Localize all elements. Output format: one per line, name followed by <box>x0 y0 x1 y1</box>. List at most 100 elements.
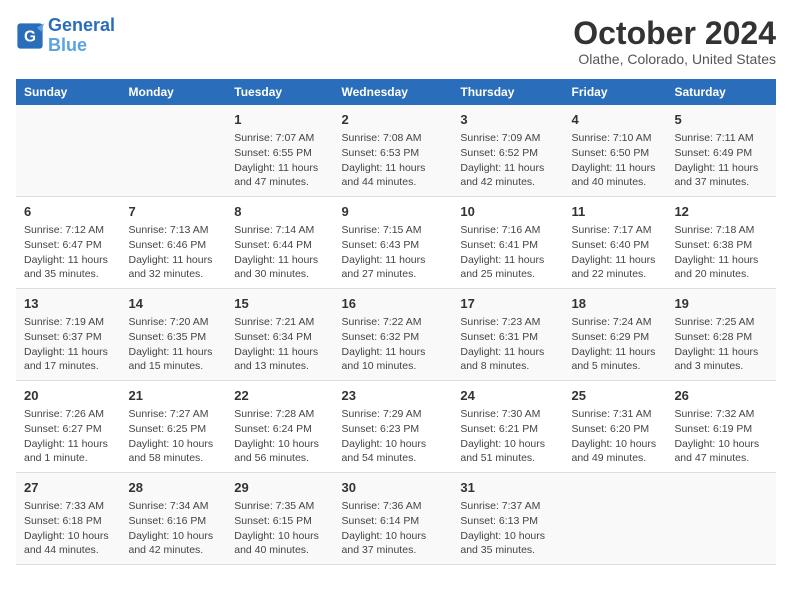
cell-content: Sunrise: 7:30 AM Sunset: 6:21 PM Dayligh… <box>460 407 555 466</box>
calendar-cell: 2 Sunrise: 7:08 AM Sunset: 6:53 PM Daylig… <box>334 105 453 196</box>
calendar-cell: 20 Sunrise: 7:26 AM Sunset: 6:27 PM Dayli… <box>16 381 121 473</box>
cell-content: Sunrise: 7:16 AM Sunset: 6:41 PM Dayligh… <box>460 223 555 282</box>
calendar-week-row: 13Sunrise: 7:19 AM Sunset: 6:37 PM Dayli… <box>16 289 776 381</box>
day-number: 6 <box>24 203 113 221</box>
calendar-cell: 26Sunrise: 7:32 AM Sunset: 6:19 PM Dayli… <box>666 381 776 473</box>
day-number: 5 <box>674 111 768 129</box>
day-number: 1 <box>234 111 325 129</box>
calendar-cell: 18Sunrise: 7:24 AM Sunset: 6:29 PM Dayli… <box>563 289 666 381</box>
cell-content: Sunrise: 7:36 AM Sunset: 6:14 PM Dayligh… <box>342 499 445 558</box>
calendar-cell: 5 Sunrise: 7:11 AM Sunset: 6:49 PM Daylig… <box>666 105 776 196</box>
cell-content: Sunrise: 7:09 AM Sunset: 6:52 PM Dayligh… <box>460 131 555 190</box>
cell-content: Sunrise: 7:08 AM Sunset: 6:53 PM Dayligh… <box>342 131 445 190</box>
day-number: 24 <box>460 387 555 405</box>
calendar-cell: 3Sunrise: 7:09 AM Sunset: 6:52 PM Daylig… <box>452 105 563 196</box>
logo-line1: General <box>48 15 115 35</box>
cell-content: Sunrise: 7:20 AM Sunset: 6:35 PM Dayligh… <box>129 315 219 374</box>
calendar-cell <box>563 472 666 564</box>
day-number: 20 <box>24 387 113 405</box>
calendar-cell: 25 Sunrise: 7:31 AM Sunset: 6:20 PM Dayli… <box>563 381 666 473</box>
cell-content: Sunrise: 7:37 AM Sunset: 6:13 PM Dayligh… <box>460 499 555 558</box>
page-subtitle: Olathe, Colorado, United States <box>573 51 776 67</box>
day-number: 14 <box>129 295 219 313</box>
col-header-sunday: Sunday <box>16 79 121 105</box>
calendar-cell: 17Sunrise: 7:23 AM Sunset: 6:31 PM Dayli… <box>452 289 563 381</box>
calendar-header-row: SundayMondayTuesdayWednesdayThursdayFrid… <box>16 79 776 105</box>
calendar-cell: 30Sunrise: 7:36 AM Sunset: 6:14 PM Dayli… <box>334 472 453 564</box>
calendar-week-row: 27Sunrise: 7:33 AM Sunset: 6:18 PM Dayli… <box>16 472 776 564</box>
calendar-cell: 8 Sunrise: 7:14 AM Sunset: 6:44 PM Daylig… <box>226 197 333 289</box>
calendar-table: SundayMondayTuesdayWednesdayThursdayFrid… <box>16 79 776 565</box>
cell-content: Sunrise: 7:10 AM Sunset: 6:50 PM Dayligh… <box>571 131 658 190</box>
cell-content: Sunrise: 7:24 AM Sunset: 6:29 PM Dayligh… <box>571 315 658 374</box>
calendar-cell: 14 Sunrise: 7:20 AM Sunset: 6:35 PM Dayli… <box>121 289 227 381</box>
col-header-monday: Monday <box>121 79 227 105</box>
cell-content: Sunrise: 7:28 AM Sunset: 6:24 PM Dayligh… <box>234 407 325 466</box>
calendar-cell: 29 Sunrise: 7:35 AM Sunset: 6:15 PM Dayli… <box>226 472 333 564</box>
day-number: 16 <box>342 295 445 313</box>
cell-content: Sunrise: 7:13 AM Sunset: 6:46 PM Dayligh… <box>129 223 219 282</box>
cell-content: Sunrise: 7:21 AM Sunset: 6:34 PM Dayligh… <box>234 315 325 374</box>
day-number: 2 <box>342 111 445 129</box>
cell-content: Sunrise: 7:35 AM Sunset: 6:15 PM Dayligh… <box>234 499 325 558</box>
col-header-saturday: Saturday <box>666 79 776 105</box>
col-header-wednesday: Wednesday <box>334 79 453 105</box>
calendar-cell: 24 Sunrise: 7:30 AM Sunset: 6:21 PM Dayli… <box>452 381 563 473</box>
cell-content: Sunrise: 7:22 AM Sunset: 6:32 PM Dayligh… <box>342 315 445 374</box>
calendar-cell: 15 Sunrise: 7:21 AM Sunset: 6:34 PM Dayli… <box>226 289 333 381</box>
logo-icon: G <box>16 22 44 50</box>
calendar-cell: 6Sunrise: 7:12 AM Sunset: 6:47 PM Daylig… <box>16 197 121 289</box>
svg-text:G: G <box>24 28 36 45</box>
calendar-cell: 28 Sunrise: 7:34 AM Sunset: 6:16 PM Dayli… <box>121 472 227 564</box>
day-number: 4 <box>571 111 658 129</box>
calendar-cell: 16 Sunrise: 7:22 AM Sunset: 6:32 PM Dayli… <box>334 289 453 381</box>
cell-content: Sunrise: 7:26 AM Sunset: 6:27 PM Dayligh… <box>24 407 113 466</box>
day-number: 11 <box>571 203 658 221</box>
calendar-week-row: 6Sunrise: 7:12 AM Sunset: 6:47 PM Daylig… <box>16 197 776 289</box>
cell-content: Sunrise: 7:07 AM Sunset: 6:55 PM Dayligh… <box>234 131 325 190</box>
page-header: G General Blue October 2024 Olathe, Colo… <box>16 16 776 67</box>
cell-content: Sunrise: 7:23 AM Sunset: 6:31 PM Dayligh… <box>460 315 555 374</box>
cell-content: Sunrise: 7:18 AM Sunset: 6:38 PM Dayligh… <box>674 223 768 282</box>
calendar-cell: 31 Sunrise: 7:37 AM Sunset: 6:13 PM Dayli… <box>452 472 563 564</box>
calendar-week-row: 20 Sunrise: 7:26 AM Sunset: 6:27 PM Dayli… <box>16 381 776 473</box>
calendar-cell: 21 Sunrise: 7:27 AM Sunset: 6:25 PM Dayli… <box>121 381 227 473</box>
cell-content: Sunrise: 7:11 AM Sunset: 6:49 PM Dayligh… <box>674 131 768 190</box>
page-title: October 2024 <box>573 16 776 51</box>
calendar-cell: 1 Sunrise: 7:07 AM Sunset: 6:55 PM Daylig… <box>226 105 333 196</box>
calendar-cell: 7 Sunrise: 7:13 AM Sunset: 6:46 PM Daylig… <box>121 197 227 289</box>
col-header-friday: Friday <box>563 79 666 105</box>
col-header-thursday: Thursday <box>452 79 563 105</box>
calendar-cell <box>16 105 121 196</box>
calendar-cell: 27Sunrise: 7:33 AM Sunset: 6:18 PM Dayli… <box>16 472 121 564</box>
logo-line2: Blue <box>48 35 87 55</box>
day-number: 7 <box>129 203 219 221</box>
cell-content: Sunrise: 7:19 AM Sunset: 6:37 PM Dayligh… <box>24 315 113 374</box>
calendar-cell: 23Sunrise: 7:29 AM Sunset: 6:23 PM Dayli… <box>334 381 453 473</box>
day-number: 27 <box>24 479 113 497</box>
calendar-cell: 22 Sunrise: 7:28 AM Sunset: 6:24 PM Dayli… <box>226 381 333 473</box>
day-number: 23 <box>342 387 445 405</box>
calendar-cell: 9Sunrise: 7:15 AM Sunset: 6:43 PM Daylig… <box>334 197 453 289</box>
day-number: 29 <box>234 479 325 497</box>
cell-content: Sunrise: 7:25 AM Sunset: 6:28 PM Dayligh… <box>674 315 768 374</box>
cell-content: Sunrise: 7:32 AM Sunset: 6:19 PM Dayligh… <box>674 407 768 466</box>
day-number: 22 <box>234 387 325 405</box>
cell-content: Sunrise: 7:27 AM Sunset: 6:25 PM Dayligh… <box>129 407 219 466</box>
calendar-cell: 13Sunrise: 7:19 AM Sunset: 6:37 PM Dayli… <box>16 289 121 381</box>
calendar-week-row: 1 Sunrise: 7:07 AM Sunset: 6:55 PM Daylig… <box>16 105 776 196</box>
day-number: 31 <box>460 479 555 497</box>
day-number: 28 <box>129 479 219 497</box>
cell-content: Sunrise: 7:31 AM Sunset: 6:20 PM Dayligh… <box>571 407 658 466</box>
cell-content: Sunrise: 7:15 AM Sunset: 6:43 PM Dayligh… <box>342 223 445 282</box>
day-number: 8 <box>234 203 325 221</box>
day-number: 19 <box>674 295 768 313</box>
cell-content: Sunrise: 7:14 AM Sunset: 6:44 PM Dayligh… <box>234 223 325 282</box>
title-block: October 2024 Olathe, Colorado, United St… <box>573 16 776 67</box>
day-number: 21 <box>129 387 219 405</box>
day-number: 25 <box>571 387 658 405</box>
logo: G General Blue <box>16 16 115 56</box>
cell-content: Sunrise: 7:34 AM Sunset: 6:16 PM Dayligh… <box>129 499 219 558</box>
cell-content: Sunrise: 7:17 AM Sunset: 6:40 PM Dayligh… <box>571 223 658 282</box>
day-number: 15 <box>234 295 325 313</box>
